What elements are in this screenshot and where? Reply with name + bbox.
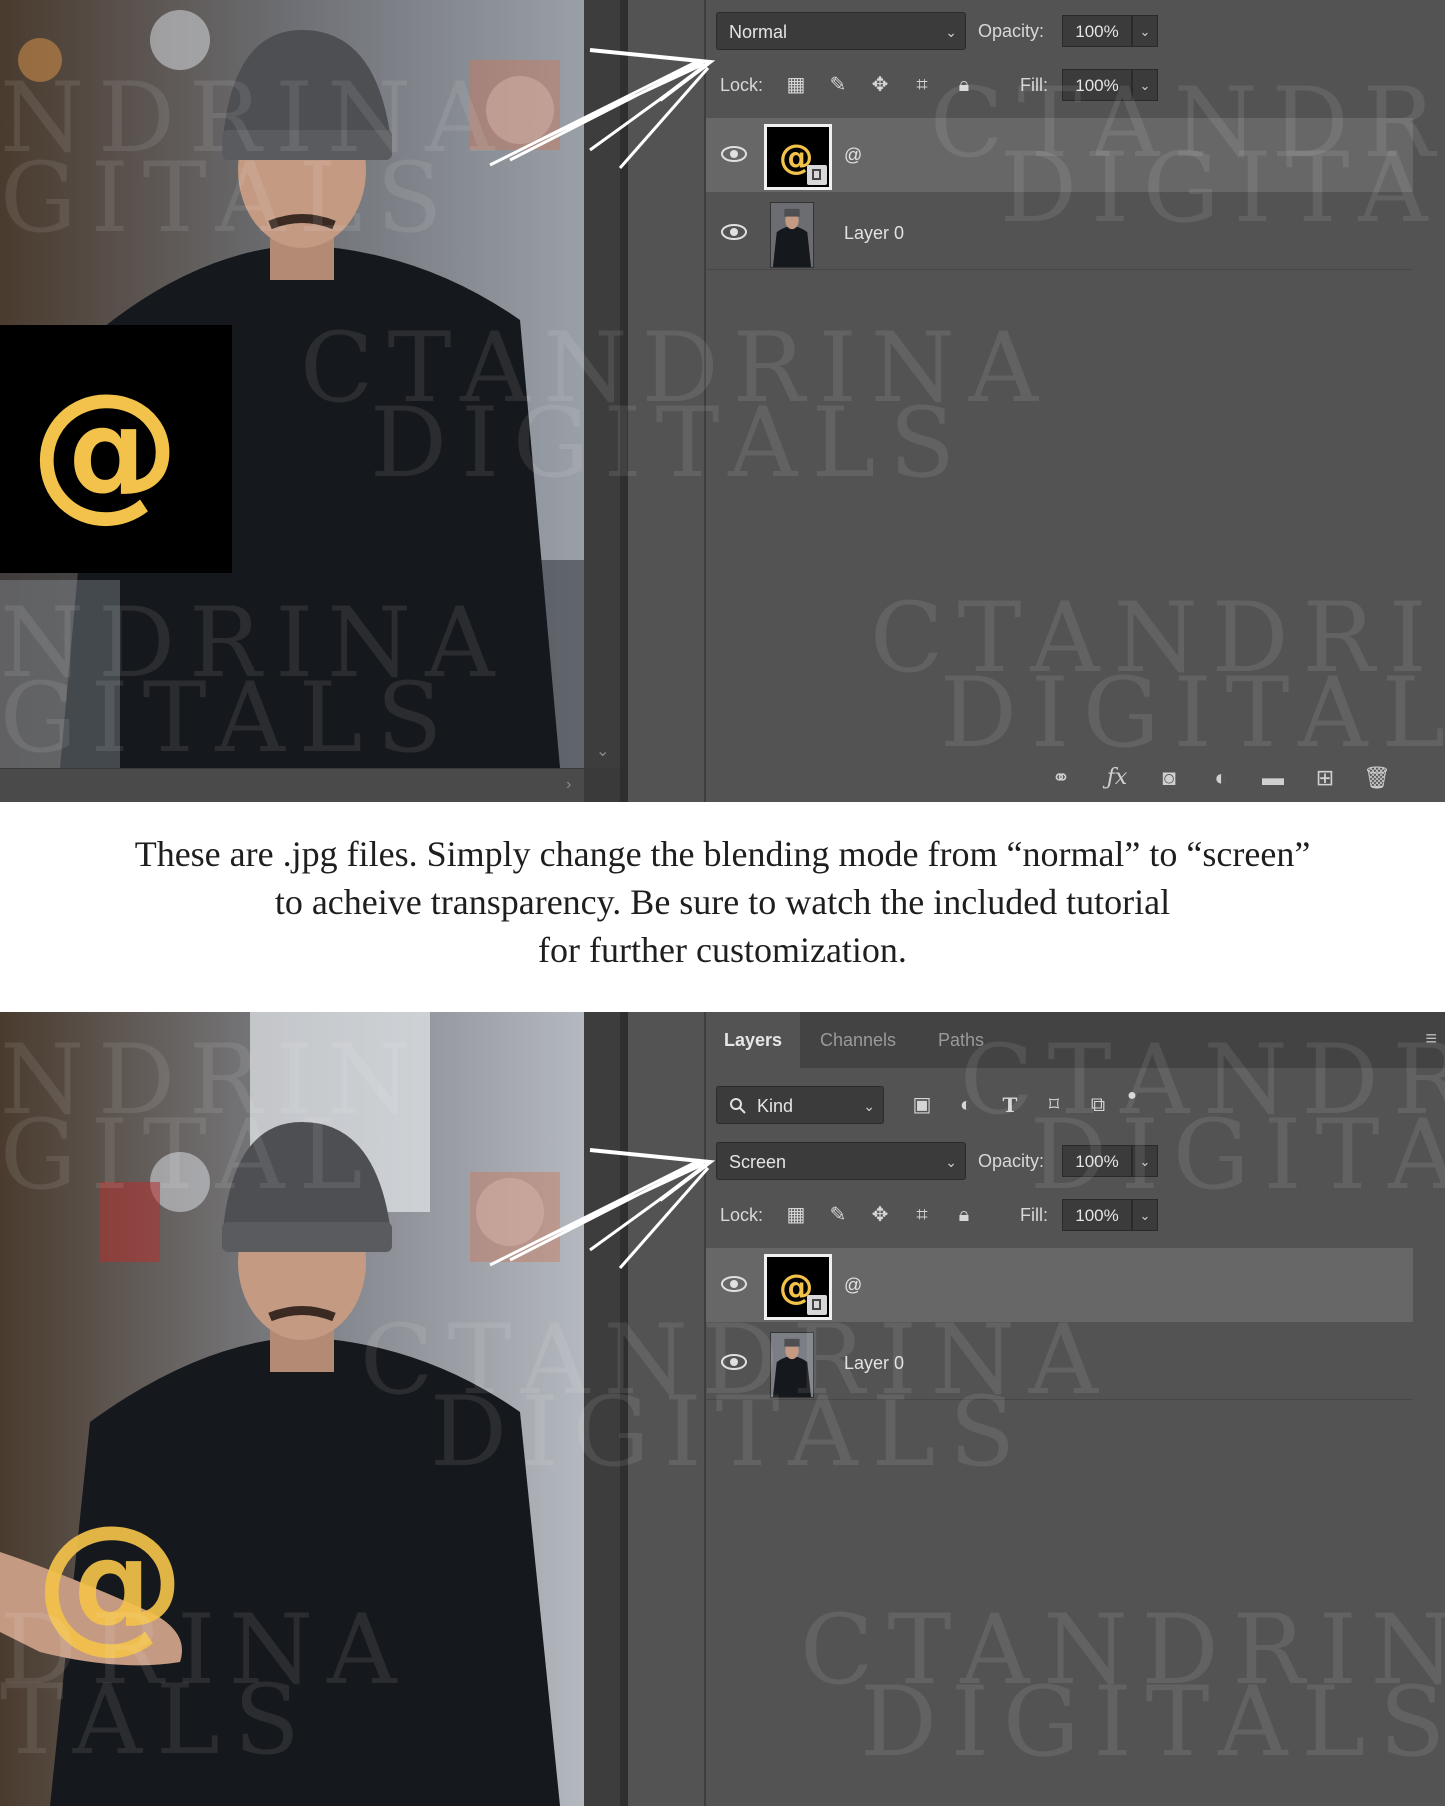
filter-kind-value: Kind: [757, 1096, 794, 1116]
layer-name[interactable]: Layer 0: [844, 1326, 904, 1400]
panel-tabs: Layers Channels Paths ≡: [706, 1012, 1445, 1068]
scroll-right-icon[interactable]: ›: [566, 777, 571, 793]
lock-label: Lock:: [720, 1205, 764, 1225]
visibility-eye-icon[interactable]: [720, 1272, 748, 1296]
layer-thumbnail-photo: [770, 202, 814, 268]
smart-object-badge-icon: [807, 1295, 827, 1315]
chevron-down-icon: ⌄: [945, 1154, 957, 1170]
opacity-chevron-icon[interactable]: ⌄: [1132, 15, 1158, 47]
filter-kind-dropdown[interactable]: Kind ⌄: [716, 1086, 884, 1124]
layer-style-fx-icon[interactable]: ƒx: [1102, 764, 1132, 792]
filter-type-layer-icon[interactable]: T: [996, 1091, 1024, 1119]
blend-mode-dropdown[interactable]: Normal ⌄: [716, 12, 966, 50]
lock-transparent-pixels-icon[interactable]: ▦: [782, 71, 810, 99]
link-layers-icon[interactable]: ⚭: [1046, 764, 1076, 792]
fill-field[interactable]: 100%: [1062, 1199, 1132, 1231]
layer-row-at-symbol[interactable]: @ @: [706, 118, 1413, 192]
photo-man-street: @: [0, 1012, 584, 1806]
opacity-chevron-icon[interactable]: ⌄: [1132, 1145, 1158, 1177]
top-screenshot: @ ⌄ › Normal ⌄ Opacity: 100% ⌄ Lock: ▦ ✎…: [0, 0, 1445, 802]
visibility-eye-icon[interactable]: [720, 142, 748, 166]
lock-artboard-crop-icon[interactable]: ⌗: [908, 71, 936, 99]
canvas-photo: @: [0, 0, 584, 768]
blend-mode-value: Screen: [729, 1152, 787, 1172]
layer-thumbnail-at-symbol: @: [764, 124, 832, 190]
caption-line-3: for further customization.: [538, 930, 907, 970]
photo-man-street: @: [0, 0, 584, 768]
panel-menu-icon[interactable]: ≡: [1425, 1028, 1437, 1051]
fill-field[interactable]: 100%: [1062, 69, 1132, 101]
canvas-area: @ ⌄ ›: [0, 0, 620, 802]
layer-thumbnail-photo: [770, 1332, 814, 1398]
new-layer-icon[interactable]: ⊞: [1310, 764, 1340, 792]
chevron-down-icon: ⌄: [945, 24, 957, 40]
bottom-screenshot: @ Layers Channels Paths ≡ Kind ⌄ ▣ ◐ T ⌑…: [0, 1012, 1445, 1806]
svg-text:@: @: [30, 362, 180, 536]
new-group-folder-icon[interactable]: ▬: [1258, 764, 1288, 792]
caption-line-1: These are .jpg files. Simply change the …: [134, 834, 1311, 874]
horizontal-scrollbar[interactable]: ›: [0, 768, 584, 802]
panel-divider: [620, 0, 628, 802]
layers-panel: Normal ⌄ Opacity: 100% ⌄ Lock: ▦ ✎ ✥ ⌗ 🔒…: [704, 0, 1445, 802]
lock-artboard-crop-icon[interactable]: ⌗: [908, 1201, 936, 1229]
blend-mode-dropdown[interactable]: Screen ⌄: [716, 1142, 966, 1180]
opacity-field[interactable]: 100%: [1062, 1145, 1132, 1177]
filter-shape-layer-icon[interactable]: ⌑: [1040, 1091, 1068, 1119]
smart-object-badge-icon: [807, 165, 827, 185]
panel-gap: [628, 0, 704, 802]
fill-chevron-icon[interactable]: ⌄: [1132, 69, 1158, 101]
filter-pixel-layer-icon[interactable]: ▣: [908, 1091, 936, 1119]
canvas-photo: @: [0, 1012, 584, 1806]
visibility-eye-icon[interactable]: [720, 1350, 748, 1374]
lock-image-pixels-brush-icon[interactable]: ✎: [824, 1201, 852, 1229]
filter-smart-object-icon[interactable]: ⧉: [1084, 1091, 1112, 1119]
add-mask-icon[interactable]: ◙: [1154, 764, 1184, 792]
filter-adjustment-layer-icon[interactable]: ◐: [952, 1091, 980, 1119]
delete-layer-trash-icon[interactable]: 🗑︎: [1362, 764, 1392, 792]
vertical-scrollbar[interactable]: [584, 1012, 620, 1806]
lock-position-move-icon[interactable]: ✥: [866, 1201, 894, 1229]
canvas-area: @: [0, 1012, 620, 1806]
visibility-eye-icon[interactable]: [720, 220, 748, 244]
tab-paths[interactable]: Paths: [920, 1012, 1002, 1068]
fill-label: Fill:: [1020, 75, 1048, 95]
chevron-down-icon: ⌄: [863, 1098, 875, 1114]
layer-row-at-symbol[interactable]: @ @: [706, 1248, 1413, 1322]
adjustment-layer-icon[interactable]: ◐: [1206, 764, 1236, 792]
layer-row-layer-0[interactable]: Layer 0: [706, 196, 1413, 270]
panel-divider: [620, 1012, 628, 1806]
opacity-label: Opacity:: [978, 21, 1045, 41]
lock-transparent-pixels-icon[interactable]: ▦: [782, 1201, 810, 1229]
fill-chevron-icon[interactable]: ⌄: [1132, 1199, 1158, 1231]
panel-gap: [628, 1012, 704, 1806]
svg-text:@: @: [35, 1494, 185, 1668]
lock-all-padlock-icon[interactable]: 🔒︎: [950, 71, 978, 99]
search-icon: [730, 1098, 746, 1114]
opacity-field[interactable]: 100%: [1062, 15, 1132, 47]
blend-mode-value: Normal: [729, 22, 788, 42]
lock-all-padlock-icon[interactable]: 🔒︎: [950, 1201, 978, 1229]
vertical-scrollbar[interactable]: ⌄: [584, 0, 620, 768]
fill-label: Fill:: [1020, 1205, 1048, 1225]
layer-name[interactable]: @: [844, 118, 862, 192]
tab-layers[interactable]: Layers: [706, 1012, 801, 1068]
lock-position-move-icon[interactable]: ✥: [866, 71, 894, 99]
layer-name[interactable]: Layer 0: [844, 196, 904, 270]
caption-line-2: to acheive transparency. Be sure to watc…: [274, 882, 1171, 922]
instruction-caption: These are .jpg files. Simply change the …: [0, 830, 1445, 974]
lock-image-pixels-brush-icon[interactable]: ✎: [824, 71, 852, 99]
layer-name[interactable]: @: [844, 1248, 862, 1322]
lock-label: Lock:: [720, 75, 764, 95]
filter-toggle-icon[interactable]: ●: [1118, 1082, 1146, 1110]
layer-row-layer-0[interactable]: Layer 0: [706, 1326, 1413, 1400]
opacity-label: Opacity:: [978, 1151, 1045, 1171]
layers-footer-toolbar: ⚭ ƒx ◙ ◐ ▬ ⊞ 🗑︎: [706, 756, 1445, 802]
layers-panel: Layers Channels Paths ≡ Kind ⌄ ▣ ◐ T ⌑ ⧉…: [704, 1012, 1445, 1806]
tab-channels[interactable]: Channels: [802, 1012, 914, 1068]
layer-thumbnail-at-symbol: @: [764, 1254, 832, 1320]
scroll-down-icon[interactable]: ⌄: [596, 744, 609, 760]
